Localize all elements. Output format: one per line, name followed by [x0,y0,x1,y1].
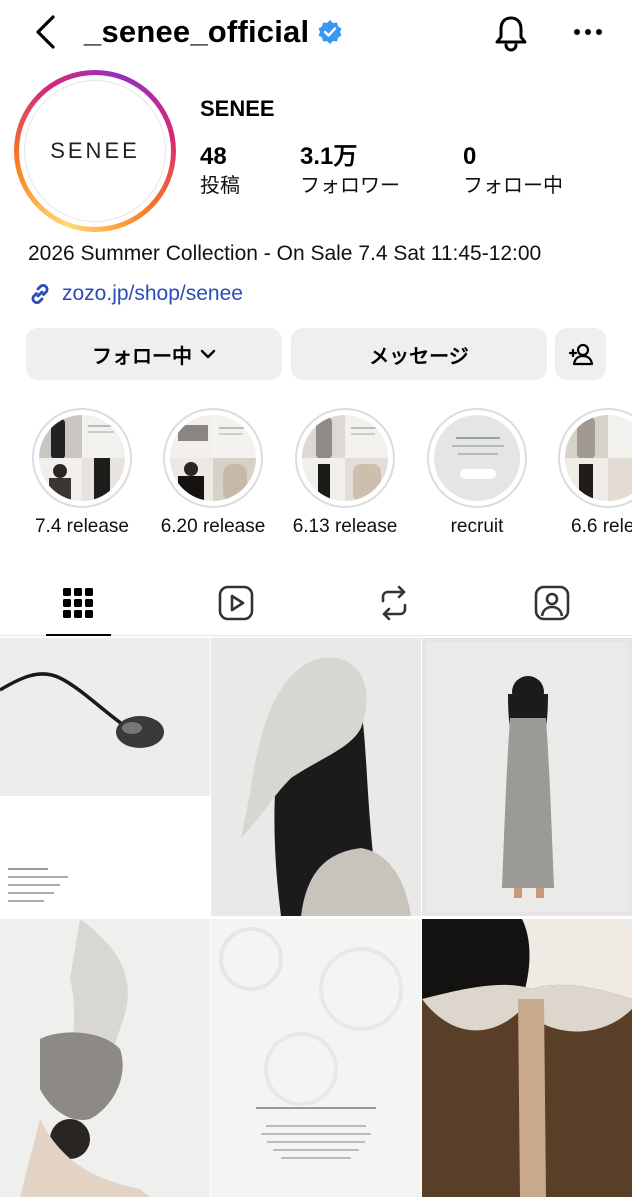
highlight-label: recruit [450,516,504,537]
reposts-icon [381,585,407,621]
verified-badge-icon [317,19,343,45]
post-thumbnail[interactable] [0,919,210,1197]
message-button[interactable]: メッセージ [291,328,547,380]
highlight-label: 6.13 release [292,516,398,537]
stat-followers[interactable]: 3.1万 フォロワー [300,142,400,200]
post-thumbnail[interactable] [211,919,421,1197]
message-button-label: メッセージ [369,345,469,368]
stat-posts[interactable]: 48 投稿 [200,142,240,200]
back-button[interactable] [28,12,62,52]
bell-icon [495,16,527,52]
stat-posts-count: 48 [200,143,227,170]
bio-text: 2026 Summer Collection - On Sale 7.4 Sat… [28,242,542,265]
link-text: zozo.jp/shop/senee [62,282,243,305]
highlight-item[interactable]: recruit [427,408,527,537]
stat-posts-label: 投稿 [200,175,240,197]
username-header[interactable]: _senee_official [84,12,343,52]
top-bar: _senee_official [0,0,632,66]
more-options-button[interactable] [568,14,608,50]
chevron-down-icon [200,349,216,359]
tab-reposts[interactable] [344,570,444,636]
tab-reels[interactable] [186,570,286,636]
chevron-left-icon [36,15,55,49]
notifications-button[interactable] [490,12,532,54]
stat-following[interactable]: 0 フォロー中 [463,142,563,200]
following-button[interactable]: フォロー中 [26,328,282,380]
posts-grid [0,638,632,1200]
tagged-icon [534,585,570,621]
post-thumbnail[interactable] [211,638,421,916]
stat-followers-count: 3.1万 [300,143,358,170]
highlight-cover [39,415,125,501]
stat-following-count: 0 [463,143,477,170]
highlight-item[interactable]: 6.13 release [293,408,397,537]
suggested-users-button[interactable] [555,328,606,380]
highlight-item[interactable]: 6.6 relea [558,408,632,537]
avatar: SENEE [24,80,166,222]
display-name: SENEE [200,96,275,121]
stat-following-label: フォロー中 [463,175,563,197]
stat-followers-label: フォロワー [300,175,400,197]
profile-link[interactable]: zozo.jp/shop/senee [26,280,243,308]
post-thumbnail[interactable] [0,638,210,916]
highlight-item[interactable]: 7.4 release [32,408,132,537]
highlight-label: 7.4 release [34,516,130,537]
highlight-item[interactable]: 6.20 release [161,408,265,537]
username: _senee_official [84,14,310,49]
following-button-label: フォロー中 [92,345,192,368]
link-icon [26,280,54,308]
post-thumbnail[interactable] [422,919,632,1197]
grid-icon [63,588,93,618]
highlight-cover [302,415,388,501]
add-user-icon [568,343,593,366]
highlight-label: 6.6 relea [571,516,632,537]
highlight-cover [434,415,520,501]
reels-icon [218,585,254,621]
tab-tagged[interactable] [502,570,602,636]
avatar-logo-text: SENEE [50,138,140,163]
highlight-label: 6.20 release [160,516,266,537]
post-thumbnail[interactable] [422,638,632,916]
active-tab-indicator [46,634,111,636]
highlight-cover [565,415,632,501]
tab-posts-grid[interactable] [28,570,128,636]
more-horizontal-icon [574,29,602,35]
avatar-story-ring[interactable]: SENEE [14,70,176,232]
profile-tabs [0,570,632,636]
highlight-cover [170,415,256,501]
